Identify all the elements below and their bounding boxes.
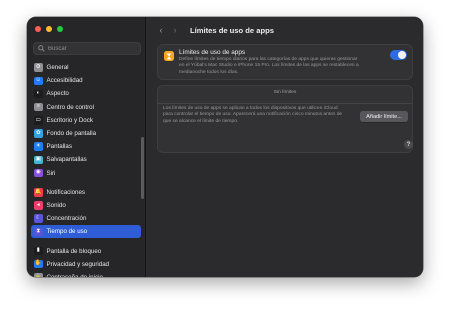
gear-icon: ⚙ (34, 63, 43, 72)
sidebar-item-centro-de-control[interactable]: ≡ Centro de control (31, 101, 141, 114)
sidebar-item-accesibilidad[interactable]: ☺ Accesibilidad (31, 74, 141, 87)
sidebar-item-label: Aspecto (46, 90, 69, 98)
page-title: Límites de uso de apps (190, 25, 274, 35)
hand-icon: ✋ (34, 259, 43, 269)
accessibility-icon: ☺ (34, 76, 43, 86)
sidebar-item-label: Concentración (46, 215, 87, 223)
search-box[interactable] (33, 42, 141, 55)
settings-window: ⚙General☺Accesibilidad◐Aspecto≡Centro de… (27, 17, 423, 277)
app-limits-toggle[interactable] (390, 50, 407, 60)
lock-screen-icon: ▮ (34, 246, 43, 256)
zoom-window-button[interactable] (57, 26, 63, 32)
sidebar-item-aspecto[interactable]: ◐ Aspecto (31, 87, 141, 100)
toolbar: ‹ › Límites de uso de apps (147, 17, 423, 43)
sidebar-item-label: Salvapantallas (46, 156, 87, 164)
sidebar-item-label: Escritorio y Dock (46, 116, 93, 124)
desktop-dock-icon: ▭ (34, 116, 43, 125)
sidebar-item-label: Fondo de pantalla (46, 130, 97, 138)
screensaver-icon: ▣ (34, 155, 43, 165)
sidebar-group: ▮ Pantalla de bloqueo ✋ Privacidad y seguri… (31, 244, 141, 277)
add-limit-button[interactable]: Añadir límite... (360, 111, 408, 122)
close-window-button[interactable] (35, 26, 41, 32)
minimize-window-button[interactable] (46, 26, 52, 32)
sidebar-item-label: Privacidad y seguridad (46, 260, 110, 268)
sidebar-item-label: Tiempo de uso (46, 228, 88, 236)
siri-icon: ◉ (34, 168, 43, 178)
speaker-icon: ◂ (34, 201, 43, 210)
sidebar-item-concentracion[interactable]: ☾ Concentración (31, 212, 141, 225)
no-limits-description: Los límites de uso de apps se aplican a … (163, 106, 343, 124)
forward-button[interactable]: › (168, 25, 182, 35)
sidebar-item-salvapantallas[interactable]: ▣ Salvapantallas (31, 153, 141, 166)
search-icon (38, 45, 45, 52)
sidebar-item-tiempo-de-uso[interactable]: ⧗ Tiempo de uso (31, 225, 141, 239)
sidebar-scrollbar[interactable] (141, 137, 144, 199)
divider (158, 103, 412, 104)
lock-icon: 🔒 (34, 273, 43, 277)
sidebar-item-label: Contraseña de inicio (47, 274, 103, 277)
moon-icon: ☾ (34, 214, 43, 223)
window-controls (35, 26, 63, 32)
control-center-icon: ≡ (34, 102, 43, 112)
app-limits-title: Límites de uso de apps (179, 49, 246, 56)
sidebar-item-label: Accesibilidad (46, 77, 83, 85)
sidebar-item-label: Sonido (46, 201, 66, 209)
app-limits-card: Límites de uso de apps Define límites de… (157, 44, 413, 80)
displays-icon: ☀ (34, 142, 43, 151)
search-input[interactable] (48, 45, 138, 52)
main-pane: ‹ › Límites de uso de apps Límites de us… (147, 17, 423, 277)
app-limits-description: Define límites de tiempo diarios para la… (179, 57, 359, 75)
sidebar-item-label: Pantallas (46, 143, 72, 151)
sidebar-list: ⚙ General ☺ Accesibilidad ◐ Aspecto ≡ Centro de… (31, 61, 141, 277)
no-limits-card: Sin límites Los límites de uso de apps s… (157, 85, 413, 153)
sidebar-item-privacidad-y-seguridad[interactable]: ✋ Privacidad y seguridad (31, 258, 141, 271)
hourglass-icon: ⧗ (34, 227, 43, 237)
sidebar-item-fondo-de-pantalla[interactable]: ✿ Fondo de pantalla (31, 127, 141, 140)
sidebar-item-general[interactable]: ⚙ General (31, 61, 141, 74)
sidebar-item-pantalla-de-bloqueo[interactable]: ▮ Pantalla de bloqueo (31, 244, 141, 257)
no-limits-header: Sin límites (273, 90, 297, 95)
sidebar-item-notificaciones[interactable]: 🔔 Notificaciones (31, 186, 141, 199)
help-button[interactable]: ? (404, 140, 413, 149)
toggle-knob (398, 51, 406, 59)
hourglass-icon (164, 51, 174, 61)
bell-icon: 🔔 (34, 188, 43, 197)
sidebar-item-contrasena-de-inicio[interactable]: 🔒 Contraseña de inicio (31, 271, 141, 277)
sidebar-item-label: General (46, 64, 69, 72)
sidebar-item-label: Centro de control (46, 103, 94, 111)
sidebar-item-pantallas[interactable]: ☀ Pantallas (31, 140, 141, 153)
sidebar-item-label: Notificaciones (46, 188, 86, 196)
sidebar-item-siri[interactable]: ◉ Siri (31, 167, 141, 180)
sidebar-item-escritorio-y-dock[interactable]: ▭ Escritorio y Dock (31, 114, 141, 127)
appearance-icon: ◐ (34, 89, 43, 99)
sidebar-group: 🔔 Notificaciones ◂ Sonido ☾ Concentración ⧗ Tie… (31, 186, 141, 239)
sidebar: ⚙General☺Accesibilidad◐Aspecto≡Centro de… (27, 17, 146, 277)
back-button[interactable]: ‹ (154, 25, 168, 35)
sidebar-group: ⚙ General ☺ Accesibilidad ◐ Aspecto ≡ Centro de… (31, 61, 141, 180)
wallpaper-icon: ✿ (34, 129, 43, 138)
sidebar-item-label: Pantalla de bloqueo (46, 247, 102, 255)
sidebar-item-label: Siri (46, 169, 56, 177)
sidebar-item-sonido[interactable]: ◂ Sonido (31, 199, 141, 212)
